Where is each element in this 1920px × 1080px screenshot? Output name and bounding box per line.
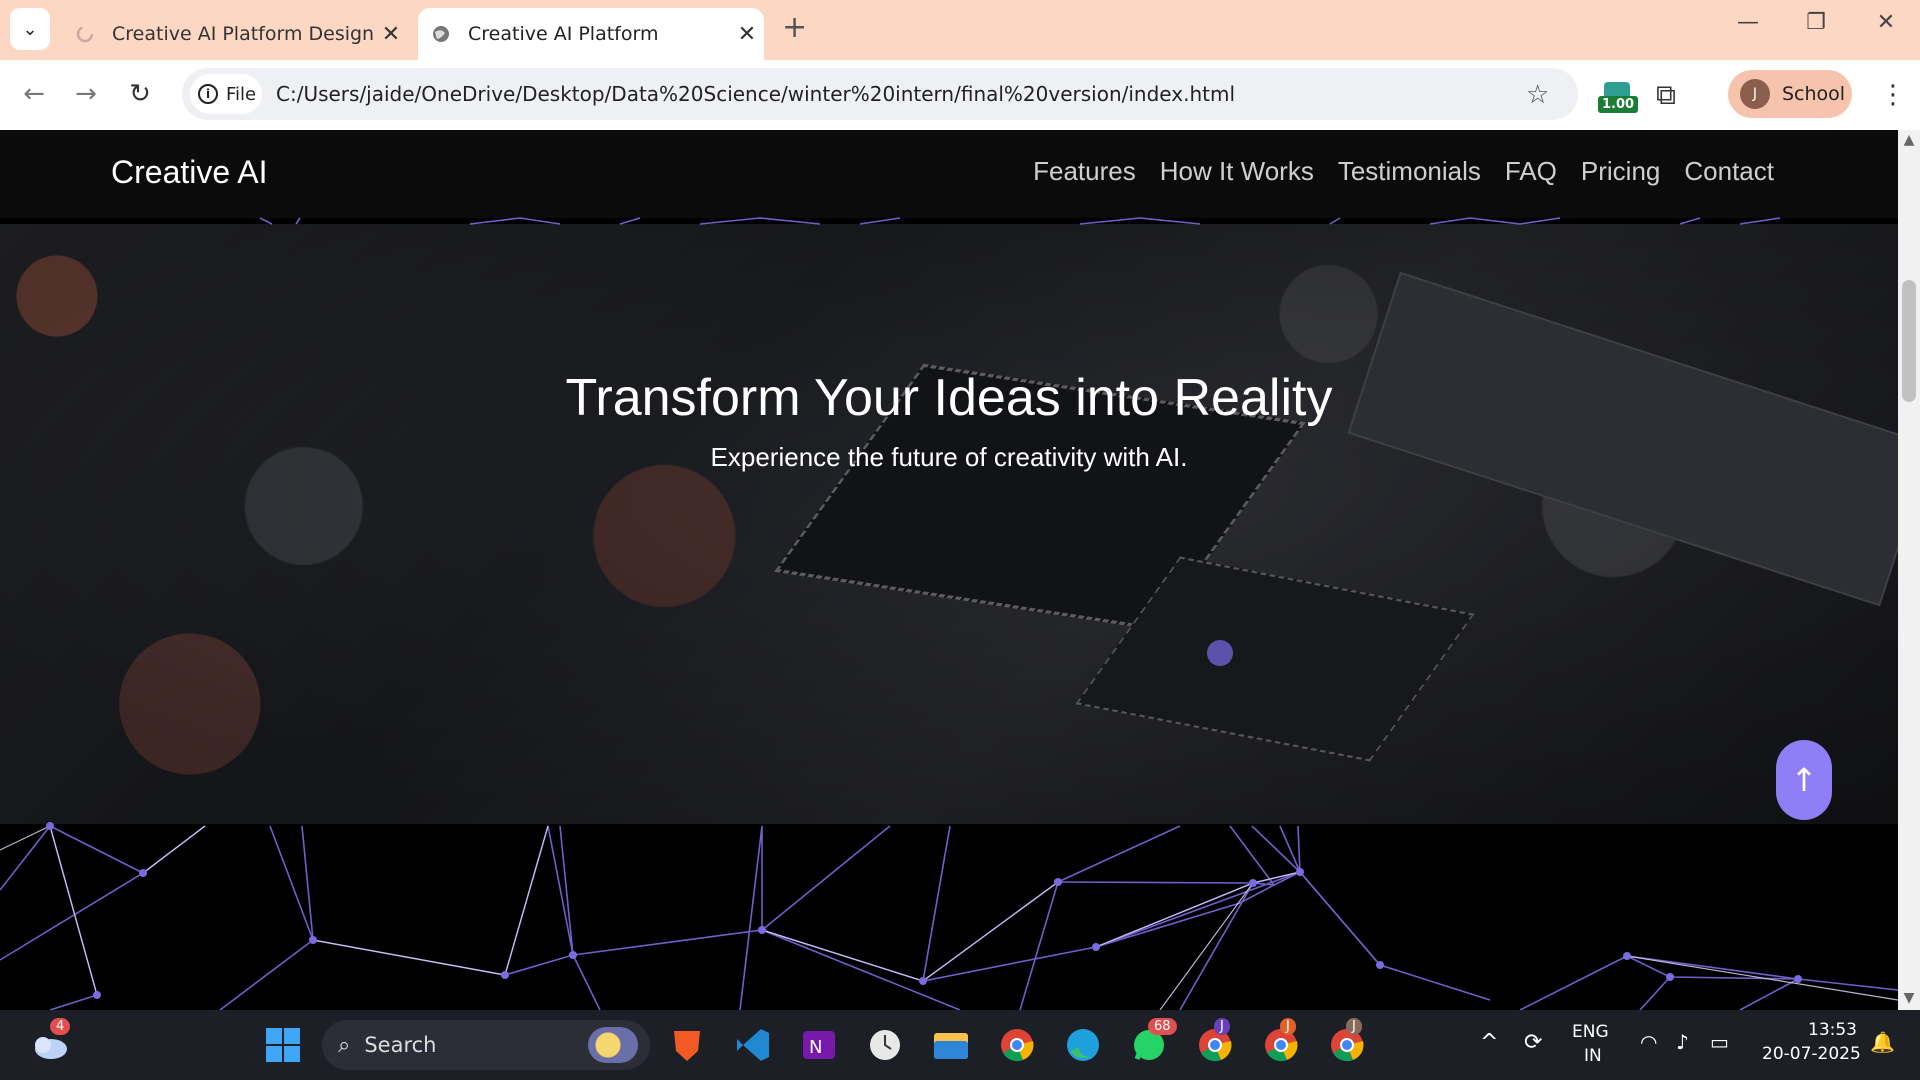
page-scrollbar[interactable]: [1898, 130, 1920, 1010]
scroll-down-arrow-icon[interactable]: ▼: [1900, 990, 1918, 1006]
start-windows-icon[interactable]: [260, 1022, 306, 1068]
search-placeholder: Search: [364, 1033, 437, 1057]
chrome-icon[interactable]: [994, 1022, 1040, 1068]
extension-badge: 1.00: [1598, 96, 1639, 113]
network-background: [0, 217, 1898, 1010]
clock-date[interactable]: 20-07-2025: [1762, 1044, 1861, 1064]
clock-app-icon[interactable]: [862, 1022, 908, 1068]
battery-icon[interactable]: ▭: [1710, 1030, 1729, 1054]
browser-menu-icon[interactable]: ⋮: [1880, 80, 1906, 110]
back-arrow-icon[interactable]: ←: [16, 76, 52, 112]
chrome-profile-badge: J: [1214, 1018, 1230, 1035]
taskbar-search[interactable]: ⌕ Search: [322, 1020, 650, 1070]
weather-badge: 4: [50, 1018, 71, 1035]
vscode-icon[interactable]: [730, 1022, 776, 1068]
tab-title: Creative AI Platform Design - G: [112, 23, 374, 45]
sync-icon[interactable]: ⟳: [1524, 1030, 1542, 1055]
language-label[interactable]: ENG: [1572, 1022, 1609, 1042]
brave-browser-icon[interactable]: [664, 1022, 710, 1068]
chevron-up-icon[interactable]: ^: [1480, 1030, 1498, 1055]
forward-arrow-icon[interactable]: →: [68, 76, 104, 112]
close-window-icon[interactable]: ✕: [1866, 10, 1906, 35]
notification-icon[interactable]: 🔔: [1870, 1030, 1895, 1054]
avatar: J: [1740, 79, 1770, 109]
file-label: File: [226, 83, 257, 105]
bookmark-star-icon[interactable]: ☆: [1526, 80, 1549, 110]
extensions-puzzle-icon[interactable]: ⧉: [1656, 78, 1676, 112]
info-icon: i: [198, 84, 218, 104]
file-explorer-icon[interactable]: [928, 1022, 974, 1068]
url-text[interactable]: C:/Users/jaide/OneDrive/Desktop/Data%20S…: [276, 82, 1235, 106]
tab-search-button[interactable]: ⌄: [10, 8, 50, 50]
region-label[interactable]: IN: [1584, 1046, 1602, 1066]
chrome-profile-badge: J: [1280, 1018, 1296, 1035]
wifi-icon[interactable]: ◠: [1640, 1030, 1657, 1054]
svg-text:N: N: [809, 1037, 822, 1058]
page-viewport: Creative AI Features How It Works Testim…: [0, 130, 1898, 1010]
chevron-down-icon: ⌄: [22, 18, 38, 40]
edge-icon[interactable]: [1060, 1022, 1106, 1068]
restore-icon[interactable]: ❐: [1796, 10, 1836, 35]
volume-icon[interactable]: ♪: [1676, 1030, 1689, 1054]
profile-button[interactable]: J School: [1728, 70, 1852, 118]
onenote-icon[interactable]: N: [796, 1022, 842, 1068]
scrollbar-thumb[interactable]: [1902, 280, 1916, 402]
new-tab-button[interactable]: +: [782, 10, 807, 45]
reload-icon[interactable]: ↻: [122, 76, 158, 112]
loading-icon: [74, 23, 96, 45]
globe-icon: [430, 23, 452, 45]
chrome-profile-badge: J: [1346, 1018, 1362, 1035]
site-info-button[interactable]: i File: [190, 74, 262, 114]
tab-active[interactable]: Creative AI Platform ✕: [418, 8, 764, 60]
close-tab-icon[interactable]: ✕: [730, 22, 764, 47]
back-to-top-button[interactable]: ↑: [1776, 740, 1832, 820]
scroll-up-arrow-icon[interactable]: ▲: [1900, 132, 1918, 148]
minimize-icon[interactable]: —: [1728, 10, 1768, 35]
clock-time[interactable]: 13:53: [1808, 1020, 1857, 1040]
tab-inactive[interactable]: Creative AI Platform Design - G ✕: [62, 8, 408, 60]
close-tab-icon[interactable]: ✕: [374, 22, 408, 47]
whatsapp-badge: 68: [1148, 1018, 1177, 1035]
profile-name: School: [1782, 83, 1846, 105]
tab-title: Creative AI Platform: [468, 23, 659, 45]
search-highlight-icon: [588, 1027, 638, 1063]
search-icon: ⌕: [338, 1032, 351, 1058]
